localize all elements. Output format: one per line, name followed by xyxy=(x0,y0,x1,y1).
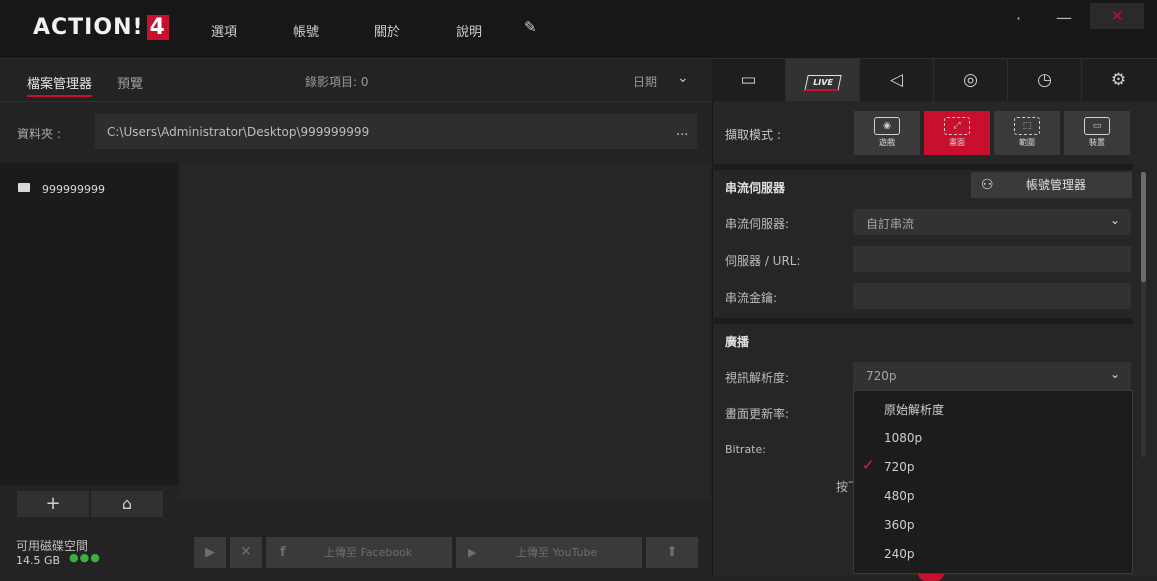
section-divider xyxy=(712,164,1133,170)
recording-count: 錄影項目: 0 xyxy=(305,75,369,89)
scrollbar-thumb[interactable] xyxy=(1141,172,1146,282)
title-bar xyxy=(0,0,1157,59)
sort-label[interactable]: 日期 xyxy=(633,73,657,90)
folder-icon xyxy=(18,183,30,192)
disk-space-value: 14.5 GB xyxy=(16,554,61,567)
tab-timer-icon[interactable]: ◷ xyxy=(1008,59,1082,101)
upload-facebook-label: 上傳至 Facebook xyxy=(324,546,413,559)
tree-item-folder[interactable]: 999999999 xyxy=(42,183,105,196)
stream-key-input[interactable] xyxy=(853,283,1131,309)
close-button[interactable]: ✕ xyxy=(1090,3,1144,29)
account-manager-label: 帳號管理器 xyxy=(1026,178,1087,192)
add-folder-button[interactable]: + xyxy=(17,491,89,517)
folder-label: 資料夾 : xyxy=(17,127,61,141)
resolution-label: 視訊解析度: xyxy=(725,371,790,385)
mode-device-label: 裝置 xyxy=(1089,138,1105,147)
tab-file-manager[interactable]: 檔案管理器 xyxy=(27,73,93,97)
file-list-area[interactable] xyxy=(179,163,711,500)
dropdown-option[interactable]: 1080p xyxy=(884,431,922,445)
live-badge: LIVE xyxy=(803,75,842,91)
upload-button[interactable]: ⬆ xyxy=(646,537,698,568)
disk-status-indicator: ●●● xyxy=(69,551,101,564)
dropdown-option[interactable]: 240p xyxy=(884,547,915,561)
dropdown-option[interactable]: 原始解析度 xyxy=(884,401,944,418)
browse-folder-button[interactable]: ... xyxy=(676,124,688,139)
folder-path-value: C:\Users\Administrator\Desktop\999999999 xyxy=(107,125,370,139)
resolution-value: 720p xyxy=(866,369,897,383)
mode-device-button[interactable]: ▭ 裝置 xyxy=(1064,111,1130,155)
menu-options[interactable]: 選項 xyxy=(211,21,237,40)
menu-account[interactable]: 帳號 xyxy=(293,21,319,40)
stream-server-value: 自訂串流 xyxy=(866,217,915,231)
stream-server-label: 串流伺服器: xyxy=(725,217,790,231)
folder-tree xyxy=(0,163,179,485)
stream-server-heading: 串流伺服器 xyxy=(725,181,786,195)
account-manager-button[interactable]: ⚇ 帳號管理器 xyxy=(971,172,1132,198)
play-button[interactable]: ▶ xyxy=(194,537,226,568)
tab-audio-icon[interactable]: ◁ xyxy=(860,59,934,101)
dropdown-option[interactable]: 480p xyxy=(884,489,915,503)
chevron-down-icon[interactable]: ⌄ xyxy=(677,70,689,86)
upload-youtube-button[interactable]: ▶ 上傳至 YouTube xyxy=(456,537,642,568)
mode-game-button[interactable]: ◉ 遊戲 xyxy=(854,111,920,155)
region-icon: ⬚ xyxy=(1014,117,1040,135)
framerate-label: 畫面更新率: xyxy=(725,407,790,421)
server-url-input[interactable] xyxy=(853,246,1131,272)
tab-settings-icon[interactable]: ⚙ xyxy=(1082,59,1155,101)
device-icon: ▭ xyxy=(1084,117,1110,135)
mode-screen-button[interactable]: ⤢ 畫面 xyxy=(924,111,990,155)
youtube-icon: ▶ xyxy=(468,546,477,559)
brush-icon[interactable]: ✎ xyxy=(524,18,537,36)
app-logo: ACTION! 4 xyxy=(33,15,169,40)
fullscreen-icon: ⤢ xyxy=(944,117,970,135)
check-icon: ✓ xyxy=(862,456,875,474)
gamepad-icon: ◉ xyxy=(874,117,900,135)
divider xyxy=(0,101,711,102)
dropdown-option-selected[interactable]: 720p xyxy=(884,460,915,474)
bitrate-label: Bitrate: xyxy=(725,443,766,456)
section-divider xyxy=(712,318,1133,324)
broadcast-heading: 廣播 xyxy=(725,335,750,349)
chevron-down-icon[interactable]: ⌄ xyxy=(1110,367,1120,381)
user-icon: ⚇ xyxy=(981,177,994,193)
upload-facebook-button[interactable]: f 上傳至 Facebook xyxy=(266,537,452,568)
server-url-label: 伺服器 / URL: xyxy=(725,254,801,268)
tab-live-icon[interactable]: LIVE xyxy=(786,59,860,101)
chevron-down-icon[interactable]: ⌄ xyxy=(1110,213,1120,227)
mode-region-label: 範圍 xyxy=(1019,138,1035,147)
mode-screen-label: 畫面 xyxy=(949,138,965,147)
tab-screenshot-icon[interactable]: ◎ xyxy=(934,59,1008,101)
facebook-icon: f xyxy=(280,545,286,560)
restore-button[interactable]: · xyxy=(1016,9,1021,28)
mode-game-label: 遊戲 xyxy=(879,138,895,147)
upload-youtube-label: 上傳至 YouTube xyxy=(516,546,598,559)
tab-video-icon[interactable]: ▭ xyxy=(712,59,786,101)
menu-about[interactable]: 關於 xyxy=(374,21,400,40)
menu-help[interactable]: 說明 xyxy=(456,21,482,40)
stream-key-label: 串流金鑰: xyxy=(725,291,778,305)
delete-button[interactable]: ✕ xyxy=(230,537,262,568)
minimize-button[interactable]: — xyxy=(1056,8,1072,27)
dropdown-option[interactable]: 360p xyxy=(884,518,915,532)
tab-preview[interactable]: 預覽 xyxy=(117,73,143,92)
folder-home-button[interactable]: ⌂ xyxy=(91,491,163,517)
mode-region-button[interactable]: ⬚ 範圍 xyxy=(994,111,1060,155)
capture-mode-label: 擷取模式 : xyxy=(725,128,781,142)
